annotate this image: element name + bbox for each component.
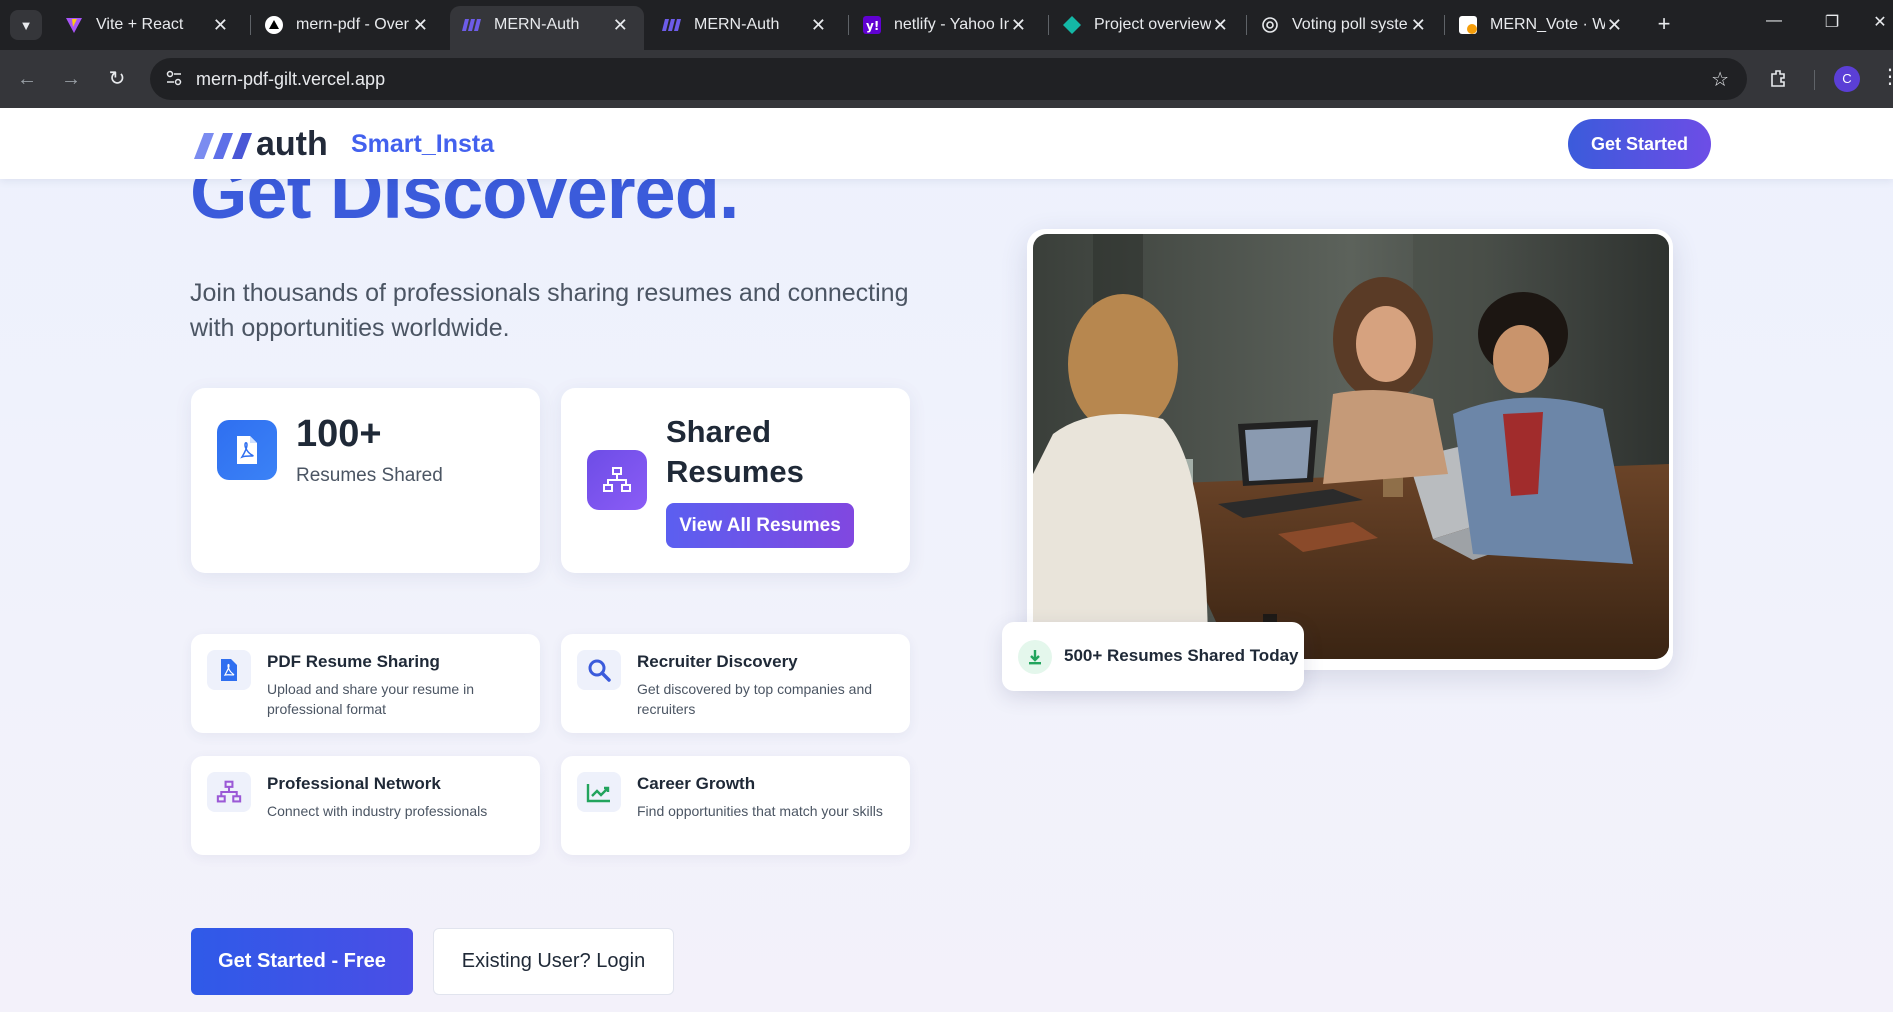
menu-kebab-icon[interactable]: ⋮ <box>1880 64 1893 89</box>
feature-title: Recruiter Discovery <box>637 652 798 671</box>
tab-mern-auth[interactable]: MERN-Auth ✕ <box>650 6 842 44</box>
close-icon[interactable]: ✕ <box>809 15 828 36</box>
tab-divider <box>250 15 251 35</box>
shared-resumes-title: Shared Resumes <box>666 414 804 489</box>
existing-user-login-button[interactable]: Existing User? Login <box>433 928 674 995</box>
tab-divider <box>848 15 849 35</box>
pdf-icon <box>207 650 251 690</box>
mern-auth-icon <box>462 15 482 35</box>
close-icon[interactable]: ✕ <box>1409 15 1428 36</box>
network-icon <box>207 772 251 812</box>
vite-icon <box>64 15 84 35</box>
site-header: auth Smart_Insta Get Started <box>0 108 1893 179</box>
site-settings-icon[interactable] <box>164 69 184 89</box>
tab-label: MERN_Vote · W <box>1490 16 1605 33</box>
tab-mern-auth-active[interactable]: MERN-Auth ✕ <box>450 6 644 50</box>
tab-mern-pdf[interactable]: mern-pdf - Over ✕ <box>252 6 444 44</box>
tab-project-overview[interactable]: Project overview ✕ <box>1050 6 1244 44</box>
logo-icon[interactable] <box>194 133 254 159</box>
tab-label: MERN-Auth <box>494 16 580 33</box>
tab-divider <box>1246 15 1247 35</box>
feature-title: Career Growth <box>637 774 756 793</box>
project-icon <box>1062 15 1082 35</box>
hero-subtitle: Join thousands of professionals sharing … <box>190 279 909 342</box>
toolbar-divider <box>1814 70 1815 90</box>
tab-divider <box>1048 15 1049 35</box>
tab-voting-poll[interactable]: Voting poll syste ✕ <box>1248 6 1442 44</box>
search-icon <box>577 650 621 690</box>
tab-label: mern-pdf - Over <box>296 16 409 33</box>
close-icon[interactable]: ✕ <box>211 15 230 36</box>
download-icon <box>1018 640 1052 674</box>
url-text: mern-pdf-gilt.vercel.app <box>196 69 386 89</box>
resumes-count-label: Resumes Shared <box>296 465 443 486</box>
extensions-icon[interactable] <box>1768 67 1790 94</box>
tab-label: netlify - Yahoo In <box>894 16 1009 33</box>
tab-label: Project overview <box>1094 16 1211 33</box>
shared-resumes-card: Shared Resumes View All Resumes <box>561 388 910 573</box>
tab-search-button[interactable]: ▼ <box>10 10 42 40</box>
close-icon[interactable]: ✕ <box>1009 15 1028 36</box>
address-bar[interactable]: mern-pdf-gilt.vercel.app ☆ <box>150 58 1747 100</box>
feature-description: Upload and share your resume in professi… <box>267 681 475 717</box>
feature-title: PDF Resume Sharing <box>267 652 440 671</box>
tab-vite-react[interactable]: Vite + React ✕ <box>52 6 244 44</box>
view-all-resumes-button[interactable]: View All Resumes <box>666 503 854 548</box>
tab-label: Vite + React <box>96 16 184 33</box>
close-icon[interactable]: ✕ <box>411 15 430 36</box>
feature-card-professional-network: Professional Network Connect with indust… <box>191 756 540 855</box>
back-icon[interactable]: ← <box>14 66 40 92</box>
get-started-button[interactable]: Get Started <box>1568 119 1711 169</box>
profile-avatar[interactable]: C <box>1834 66 1860 92</box>
feature-card-career-growth: Career Growth Find opportunities that ma… <box>561 756 910 855</box>
get-started-free-button[interactable]: Get Started - Free <box>191 928 413 995</box>
resumes-today-badge: 500+ Resumes Shared Today <box>1002 622 1304 691</box>
browser-toolbar: ← → ↻ mern-pdf-gilt.vercel.app ☆ C ⋮ <box>0 50 1893 108</box>
svg-text:y!: y! <box>866 19 879 33</box>
feature-card-pdf-sharing: PDF Resume Sharing Upload and share your… <box>191 634 540 733</box>
resumes-count-card: 100+ Resumes Shared <box>191 388 540 573</box>
page-content: Get Discovered. Join thousands of profes… <box>0 108 1893 1012</box>
mern-auth-icon <box>662 15 682 35</box>
vercel-icon <box>264 15 284 35</box>
close-window-icon[interactable]: ✕ <box>1868 12 1892 32</box>
close-icon[interactable]: ✕ <box>611 15 630 36</box>
hero-photo <box>1033 234 1669 659</box>
pdf-icon <box>217 420 277 480</box>
bookmark-star-icon[interactable]: ☆ <box>1711 67 1729 92</box>
feature-description: Connect with industry professionals <box>267 803 488 819</box>
tab-divider <box>1444 15 1445 35</box>
resumes-count: 100+ <box>296 413 382 455</box>
chevron-down-icon: ▼ <box>19 17 33 33</box>
tab-label: MERN-Auth <box>694 16 780 33</box>
feature-description: Get discovered by top companies and recr… <box>637 681 873 717</box>
forward-icon[interactable]: → <box>58 66 84 92</box>
badge-text: 500+ Resumes Shared Today <box>1064 646 1299 665</box>
growth-chart-icon <box>577 772 621 812</box>
tab-mern-vote[interactable]: MERN_Vote · W ✕ <box>1446 6 1638 44</box>
openai-icon <box>1260 15 1280 35</box>
browser-tab-bar: ▼ Vite + React ✕ mern-pdf - Over ✕ MERN-… <box>0 0 1893 50</box>
w-icon <box>1458 15 1478 35</box>
brand-name[interactable]: Smart_Insta <box>351 130 494 159</box>
restore-icon[interactable]: ❐ <box>1820 12 1844 32</box>
minimize-icon[interactable]: — <box>1762 12 1786 30</box>
tab-yahoo[interactable]: y! netlify - Yahoo In ✕ <box>850 6 1042 44</box>
yahoo-icon: y! <box>862 15 882 35</box>
reload-icon[interactable]: ↻ <box>104 66 130 92</box>
feature-title: Professional Network <box>267 774 441 793</box>
hero-image-frame <box>1027 229 1673 670</box>
new-tab-button[interactable]: + <box>1650 10 1678 38</box>
tab-label: Voting poll syste <box>1292 16 1408 33</box>
network-icon <box>587 450 647 510</box>
close-icon[interactable]: ✕ <box>1211 15 1230 36</box>
feature-card-recruiter-discovery: Recruiter Discovery Get discovered by to… <box>561 634 910 733</box>
close-icon[interactable]: ✕ <box>1605 15 1624 36</box>
logo-text[interactable]: auth <box>256 125 328 164</box>
feature-description: Find opportunities that match your skill… <box>637 803 883 819</box>
